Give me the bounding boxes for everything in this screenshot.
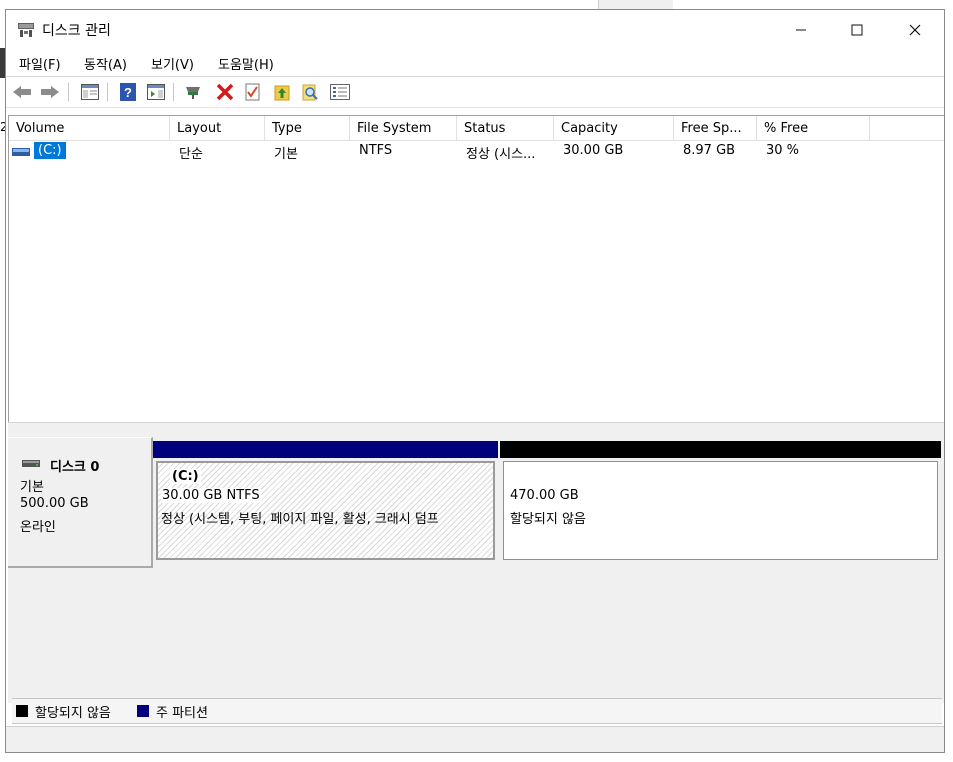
close-button[interactable] <box>892 10 938 50</box>
delete-icon <box>216 83 234 101</box>
minimize-button[interactable] <box>778 10 824 50</box>
primary-partition-bar <box>153 441 498 458</box>
legend-bar: 할당되지 않음 주 파티션 <box>12 698 942 724</box>
status-bar <box>6 726 944 752</box>
unallocated-body[interactable]: 470.00 GB 할당되지 않음 <box>503 461 938 560</box>
disk-size: 500.00 GB <box>20 496 89 511</box>
partition-c-label: (C:) <box>170 469 201 484</box>
disk-management-window: 디스크 관리 파일(F) 동작(A) 보기(V) 도움말(H) ? Volume… <box>5 9 945 753</box>
menu-action[interactable]: 동작(A) <box>84 54 127 73</box>
menu-file[interactable]: 파일(F) <box>19 54 61 73</box>
properties-button[interactable] <box>243 82 263 102</box>
disk-management-icon <box>18 23 34 37</box>
search-button[interactable] <box>300 82 320 102</box>
list-view-button[interactable] <box>330 82 350 102</box>
minimize-icon <box>796 29 806 31</box>
background-window-controls <box>598 0 673 9</box>
legend-unallocated-label: 할당되지 않음 <box>35 706 111 721</box>
volume-free-space-cell: 8.97 GB <box>683 143 736 158</box>
list-icon <box>330 84 350 100</box>
partition-c-size-fs: 30.00 GB NTFS <box>161 488 261 503</box>
disk-type: 기본 <box>20 480 44 495</box>
connect-icon <box>186 87 200 99</box>
show-hide-action-pane-button[interactable] <box>146 82 166 102</box>
disk-graphical-view: 디스크 0 기본 500.00 GB 온라인 (C:) 30.00 GB NTF… <box>8 433 944 703</box>
forward-button[interactable] <box>40 82 60 102</box>
volume-drive-icon <box>12 148 30 156</box>
legend-primary-swatch <box>137 705 149 717</box>
disk-name: 디스크 0 <box>50 460 100 475</box>
help-button[interactable]: ? <box>118 82 138 102</box>
disk-0-label[interactable]: 디스크 0 기본 500.00 GB 온라인 <box>8 437 153 568</box>
menu-help[interactable]: 도움말(H) <box>218 54 274 73</box>
disk-state: 온라인 <box>20 520 56 535</box>
help-icon: ? <box>120 83 136 101</box>
table-row[interactable]: (C:) 단순 기본 NTFS 정상 (시스... 30.00 GB 8.97 … <box>9 116 944 164</box>
menu-bar: 파일(F) 동작(A) 보기(V) 도움말(H) <box>6 50 944 77</box>
disk-icon <box>22 460 40 467</box>
action-pane-icon <box>147 84 165 100</box>
toolbar-separator <box>173 83 174 101</box>
partition-c[interactable]: (C:) 30.00 GB NTFS 정상 (시스템, 부팅, 페이지 파일, … <box>153 441 498 563</box>
close-icon <box>909 24 921 36</box>
window-title: 디스크 관리 <box>42 23 111 39</box>
partition-c-status: 정상 (시스템, 부팅, 페이지 파일, 활성, 크래시 덤프 <box>161 512 439 527</box>
delete-button[interactable] <box>215 82 235 102</box>
maximize-icon <box>851 24 863 36</box>
toolbar-separator <box>107 83 108 101</box>
toolbar: ? <box>6 77 944 108</box>
unallocated-status: 할당되지 않음 <box>510 512 586 527</box>
properties-icon <box>245 83 260 101</box>
unallocated-space[interactable]: 470.00 GB 할당되지 않음 <box>500 441 941 563</box>
console-tree-icon <box>81 84 99 100</box>
volume-percent-free-cell: 30 % <box>766 143 800 158</box>
svg-text:?: ? <box>124 85 132 100</box>
unallocated-bar <box>500 441 941 458</box>
volume-name-cell[interactable]: (C:) <box>34 142 66 159</box>
volume-type-cell: 기본 <box>274 147 298 162</box>
partition-c-body[interactable]: (C:) 30.00 GB NTFS 정상 (시스템, 부팅, 페이지 파일, … <box>156 461 495 560</box>
legend-primary-label: 주 파티션 <box>156 706 208 721</box>
back-arrow-icon <box>13 86 31 98</box>
back-button[interactable] <box>12 82 32 102</box>
search-icon <box>302 84 318 101</box>
up-icon <box>274 85 290 101</box>
volume-file-system-cell: NTFS <box>359 143 393 158</box>
volume-layout-cell: 단순 <box>179 147 203 162</box>
title-bar[interactable]: 디스크 관리 <box>6 10 944 50</box>
volume-list[interactable]: Volume Layout Type File System Status Ca… <box>8 115 944 423</box>
up-one-level-button[interactable] <box>272 82 292 102</box>
unallocated-size: 470.00 GB <box>510 488 579 503</box>
volume-capacity-cell: 30.00 GB <box>563 143 624 158</box>
menu-view[interactable]: 보기(V) <box>151 54 194 73</box>
show-hide-console-tree-button[interactable] <box>80 82 100 102</box>
maximize-button[interactable] <box>834 10 880 50</box>
legend-unallocated-swatch <box>16 705 28 717</box>
connect-button[interactable] <box>184 82 204 102</box>
volume-status-cell: 정상 (시스... <box>466 147 536 162</box>
disk-0-partitions: (C:) 30.00 GB NTFS 정상 (시스템, 부팅, 페이지 파일, … <box>153 441 941 565</box>
forward-arrow-icon <box>41 86 59 98</box>
toolbar-separator <box>68 83 69 101</box>
